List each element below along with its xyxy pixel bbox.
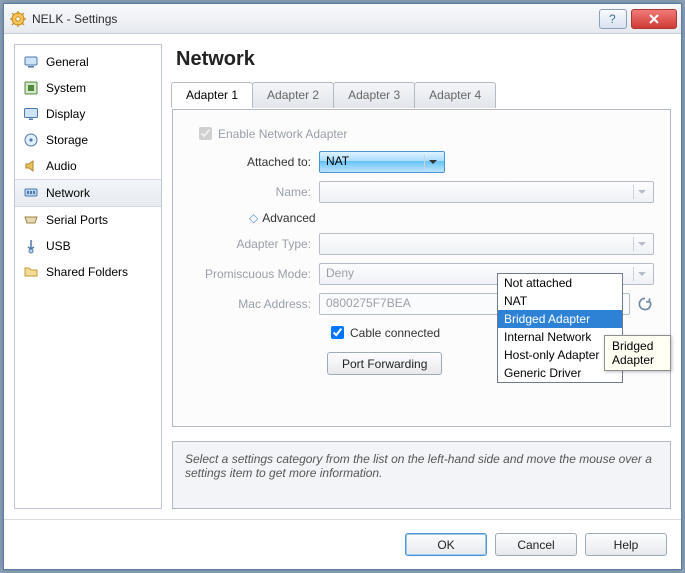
- sidebar-item-label: Shared Folders: [46, 265, 128, 279]
- sidebar-item-general[interactable]: General: [15, 49, 161, 75]
- tab-adapter-3[interactable]: Adapter 3: [333, 82, 415, 108]
- help-titlebar-button[interactable]: ?: [599, 9, 627, 29]
- advanced-label: Advanced: [262, 211, 315, 225]
- page-title: Network: [176, 48, 671, 71]
- dropdown-item-nat[interactable]: NAT: [498, 292, 622, 310]
- tab-adapter-4[interactable]: Adapter 4: [414, 82, 496, 108]
- sidebar-item-storage[interactable]: Storage: [15, 127, 161, 153]
- folder-icon: [23, 264, 39, 280]
- port-forwarding-button[interactable]: Port Forwarding: [327, 352, 442, 375]
- cancel-button[interactable]: Cancel: [495, 533, 577, 556]
- window-title: NELK - Settings: [32, 12, 599, 26]
- info-box: Select a settings category from the list…: [172, 441, 671, 509]
- enable-adapter-row: Enable Network Adapter: [195, 124, 654, 143]
- attached-to-combo[interactable]: NAT: [319, 151, 445, 173]
- sidebar-item-label: Audio: [46, 159, 77, 173]
- help-icon: ?: [607, 13, 619, 25]
- main-panel: Network Adapter 1 Adapter 2 Adapter 3 Ad…: [172, 44, 671, 509]
- storage-icon: [23, 132, 39, 148]
- chevron-down-icon: [633, 237, 649, 251]
- sidebar-item-usb[interactable]: USB: [15, 233, 161, 259]
- display-icon: [23, 106, 39, 122]
- general-icon: [23, 54, 39, 70]
- chevron-down-icon: [633, 185, 649, 199]
- close-icon: [647, 14, 661, 24]
- tab-adapter-2[interactable]: Adapter 2: [252, 82, 334, 108]
- sidebar-item-label: USB: [46, 239, 71, 253]
- cable-checkbox[interactable]: [331, 326, 344, 339]
- expander-arrow-icon: ◇: [249, 211, 258, 225]
- close-button[interactable]: [631, 9, 677, 29]
- network-icon: [23, 185, 39, 201]
- dropdown-item-bridged[interactable]: Bridged Adapter: [498, 310, 622, 328]
- advanced-row[interactable]: ◇ Advanced: [189, 211, 654, 225]
- sidebar: General System Display Storage Audio Net…: [14, 44, 162, 509]
- tabs: Adapter 1 Adapter 2 Adapter 3 Adapter 4: [171, 82, 670, 108]
- app-gear-icon: [10, 11, 26, 27]
- audio-icon: [23, 158, 39, 174]
- titlebar: NELK - Settings ?: [4, 4, 681, 34]
- name-label: Name:: [189, 185, 319, 199]
- adapter-type-row: Adapter Type:: [189, 233, 654, 255]
- sidebar-item-shared-folders[interactable]: Shared Folders: [15, 259, 161, 285]
- refresh-mac-button[interactable]: [636, 295, 654, 313]
- system-icon: [23, 80, 39, 96]
- svg-text:?: ?: [609, 13, 616, 25]
- attached-to-value: NAT: [326, 154, 349, 168]
- promiscuous-value: Deny: [326, 266, 354, 280]
- adapter-type-label: Adapter Type:: [189, 237, 319, 251]
- refresh-icon: [636, 295, 654, 313]
- chevron-down-icon: [633, 267, 649, 281]
- adapter-type-combo[interactable]: [319, 233, 654, 255]
- sidebar-item-label: System: [46, 81, 86, 95]
- sidebar-item-label: Storage: [46, 133, 88, 147]
- mac-label: Mac Address:: [189, 297, 319, 311]
- dropdown-item-not-attached[interactable]: Not attached: [498, 274, 622, 292]
- attached-to-row: Attached to: NAT: [189, 151, 654, 173]
- ok-button[interactable]: OK: [405, 533, 487, 556]
- cable-label: Cable connected: [350, 326, 440, 340]
- sidebar-item-serial-ports[interactable]: Serial Ports: [15, 207, 161, 233]
- settings-window: NELK - Settings ? General System Display: [3, 3, 682, 570]
- help-button[interactable]: Help: [585, 533, 667, 556]
- sidebar-item-label: Network: [46, 186, 90, 200]
- promiscuous-label: Promiscuous Mode:: [189, 267, 319, 281]
- sidebar-item-audio[interactable]: Audio: [15, 153, 161, 179]
- enable-adapter-label: Enable Network Adapter: [218, 127, 347, 141]
- serial-icon: [23, 212, 39, 228]
- sidebar-item-display[interactable]: Display: [15, 101, 161, 127]
- sidebar-item-label: Display: [46, 107, 85, 121]
- name-row: Name:: [189, 181, 654, 203]
- chevron-down-icon: [424, 155, 440, 169]
- name-combo[interactable]: [319, 181, 654, 203]
- tab-adapter-1[interactable]: Adapter 1: [171, 82, 253, 108]
- tooltip: Bridged Adapter: [604, 335, 671, 371]
- sidebar-item-network[interactable]: Network: [15, 179, 161, 207]
- sidebar-item-system[interactable]: System: [15, 75, 161, 101]
- mac-value: 0800275F7BEA: [326, 296, 411, 310]
- usb-icon: [23, 238, 39, 254]
- dialog-footer: OK Cancel Help: [4, 519, 681, 569]
- enable-adapter-checkbox[interactable]: [199, 127, 212, 140]
- sidebar-item-label: General: [46, 55, 89, 69]
- sidebar-item-label: Serial Ports: [46, 213, 108, 227]
- attached-to-label: Attached to:: [189, 155, 319, 169]
